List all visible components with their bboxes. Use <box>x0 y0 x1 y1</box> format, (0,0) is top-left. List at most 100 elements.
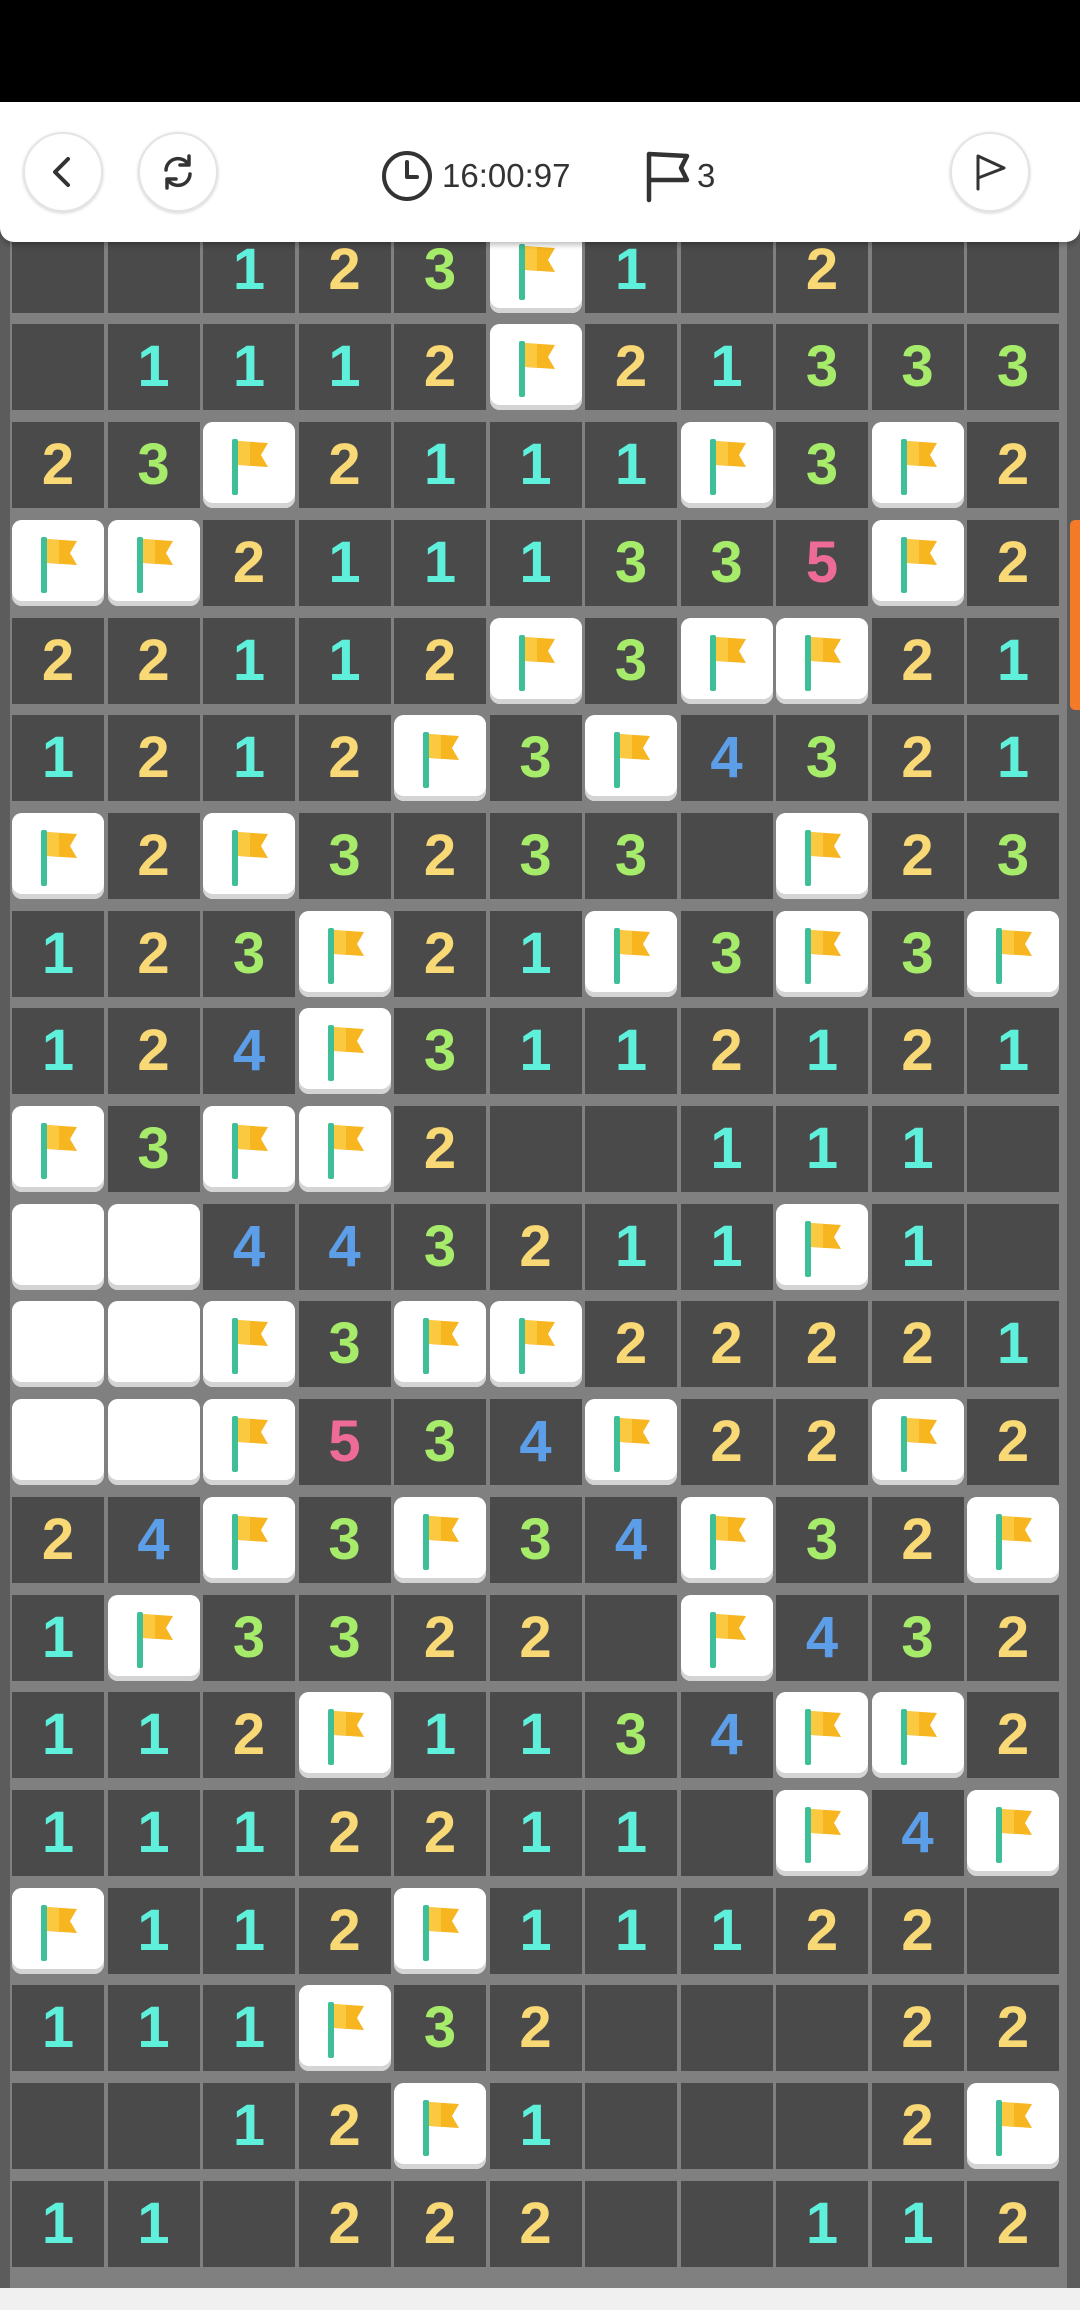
number-cell[interactable]: 3 <box>394 1399 486 1486</box>
number-cell[interactable]: 1 <box>489 519 582 606</box>
number-cell[interactable]: 4 <box>489 1399 582 1486</box>
number-cell[interactable]: 2 <box>12 617 104 704</box>
flagged-cell[interactable] <box>680 422 773 509</box>
number-cell[interactable]: 1 <box>585 1008 677 1095</box>
number-cell[interactable]: 3 <box>585 519 677 606</box>
flagged-cell[interactable] <box>680 617 773 704</box>
number-cell[interactable]: 2 <box>12 1496 104 1583</box>
number-cell[interactable]: 1 <box>489 1789 582 1876</box>
back-button[interactable] <box>23 132 103 212</box>
number-cell[interactable]: 4 <box>680 715 773 802</box>
number-cell[interactable]: 2 <box>776 1399 868 1486</box>
number-cell[interactable]: 2 <box>967 1399 1059 1486</box>
flagged-cell[interactable] <box>967 1789 1059 1876</box>
flagged-cell[interactable] <box>871 519 964 606</box>
number-cell[interactable]: 1 <box>12 1692 104 1779</box>
number-cell[interactable]: 3 <box>203 910 295 997</box>
number-cell[interactable]: 2 <box>394 1594 486 1681</box>
number-cell[interactable]: 1 <box>489 1008 582 1095</box>
number-cell[interactable]: 3 <box>776 324 868 411</box>
number-cell[interactable]: 3 <box>776 1496 868 1583</box>
number-cell[interactable]: 1 <box>394 422 486 509</box>
flagged-cell[interactable] <box>298 1008 391 1095</box>
number-cell[interactable]: 1 <box>489 910 582 997</box>
number-cell[interactable]: 1 <box>871 1106 964 1192</box>
number-cell[interactable]: 2 <box>871 1301 964 1388</box>
unrevealed-cell[interactable] <box>12 1301 104 1388</box>
empty-cell[interactable] <box>585 1985 677 2072</box>
number-cell[interactable]: 3 <box>298 1594 391 1681</box>
flagged-cell[interactable] <box>489 617 582 704</box>
number-cell[interactable]: 3 <box>394 1008 486 1095</box>
number-cell[interactable]: 2 <box>107 910 200 997</box>
number-cell[interactable]: 1 <box>203 1789 295 1876</box>
number-cell[interactable]: 3 <box>871 324 964 411</box>
flagged-cell[interactable] <box>776 1692 868 1779</box>
number-cell[interactable]: 1 <box>680 1106 773 1192</box>
number-cell[interactable]: 2 <box>967 2180 1059 2267</box>
flagged-cell[interactable] <box>12 519 104 606</box>
flagged-cell[interactable] <box>585 910 677 997</box>
number-cell[interactable]: 1 <box>107 1692 200 1779</box>
number-cell[interactable]: 3 <box>680 910 773 997</box>
unrevealed-cell[interactable] <box>12 1203 104 1290</box>
number-cell[interactable]: 2 <box>489 1594 582 1681</box>
number-cell[interactable]: 2 <box>967 422 1059 509</box>
flagged-cell[interactable] <box>967 910 1059 997</box>
number-cell[interactable]: 1 <box>203 617 295 704</box>
number-cell[interactable]: 1 <box>776 1008 868 1095</box>
number-cell[interactable]: 1 <box>680 1887 773 1974</box>
number-cell[interactable]: 4 <box>203 1203 295 1290</box>
flagged-cell[interactable] <box>776 1203 868 1290</box>
number-cell[interactable]: 3 <box>776 715 868 802</box>
number-cell[interactable]: 1 <box>12 1008 104 1095</box>
number-cell[interactable]: 1 <box>298 519 391 606</box>
empty-cell[interactable] <box>107 2083 200 2169</box>
empty-cell[interactable] <box>585 2083 677 2169</box>
number-cell[interactable]: 2 <box>967 1692 1059 1779</box>
flagged-cell[interactable] <box>203 1301 295 1388</box>
number-cell[interactable]: 2 <box>298 1789 391 1876</box>
number-cell[interactable]: 1 <box>107 1985 200 2072</box>
empty-cell[interactable] <box>776 2083 868 2169</box>
number-cell[interactable]: 2 <box>967 1985 1059 2072</box>
number-cell[interactable]: 1 <box>585 1203 677 1290</box>
flagged-cell[interactable] <box>12 812 104 899</box>
flagged-cell[interactable] <box>298 1985 391 2072</box>
number-cell[interactable]: 3 <box>871 1594 964 1681</box>
number-cell[interactable]: 1 <box>776 2180 868 2267</box>
flagged-cell[interactable] <box>203 812 295 899</box>
number-cell[interactable]: 1 <box>107 2180 200 2267</box>
number-cell[interactable]: 2 <box>871 2083 964 2169</box>
number-cell[interactable]: 2 <box>680 1008 773 1095</box>
number-cell[interactable]: 2 <box>298 1887 391 1974</box>
number-cell[interactable]: 2 <box>394 1789 486 1876</box>
flagged-cell[interactable] <box>394 2083 486 2169</box>
number-cell[interactable]: 1 <box>585 422 677 509</box>
number-cell[interactable]: 2 <box>680 1301 773 1388</box>
number-cell[interactable]: 2 <box>298 2180 391 2267</box>
number-cell[interactable]: 2 <box>12 422 104 509</box>
number-cell[interactable]: 2 <box>871 812 964 899</box>
number-cell[interactable]: 3 <box>776 422 868 509</box>
number-cell[interactable]: 2 <box>776 1301 868 1388</box>
flagged-cell[interactable] <box>871 1692 964 1779</box>
number-cell[interactable]: 3 <box>871 910 964 997</box>
unrevealed-cell[interactable] <box>107 1301 200 1388</box>
flagged-cell[interactable] <box>776 617 868 704</box>
number-cell[interactable]: 2 <box>107 1008 200 1095</box>
flagged-cell[interactable] <box>585 715 677 802</box>
number-cell[interactable]: 3 <box>394 1203 486 1290</box>
number-cell[interactable]: 1 <box>967 617 1059 704</box>
scroll-indicator[interactable] <box>1070 520 1080 710</box>
number-cell[interactable]: 3 <box>680 519 773 606</box>
number-cell[interactable]: 3 <box>585 617 677 704</box>
empty-cell[interactable] <box>12 2083 104 2169</box>
number-cell[interactable]: 2 <box>394 812 486 899</box>
empty-cell[interactable] <box>680 2180 773 2267</box>
number-cell[interactable]: 1 <box>12 2180 104 2267</box>
number-cell[interactable]: 3 <box>585 1692 677 1779</box>
number-cell[interactable]: 1 <box>203 715 295 802</box>
number-cell[interactable]: 2 <box>394 1106 486 1192</box>
number-cell[interactable]: 2 <box>585 1301 677 1388</box>
